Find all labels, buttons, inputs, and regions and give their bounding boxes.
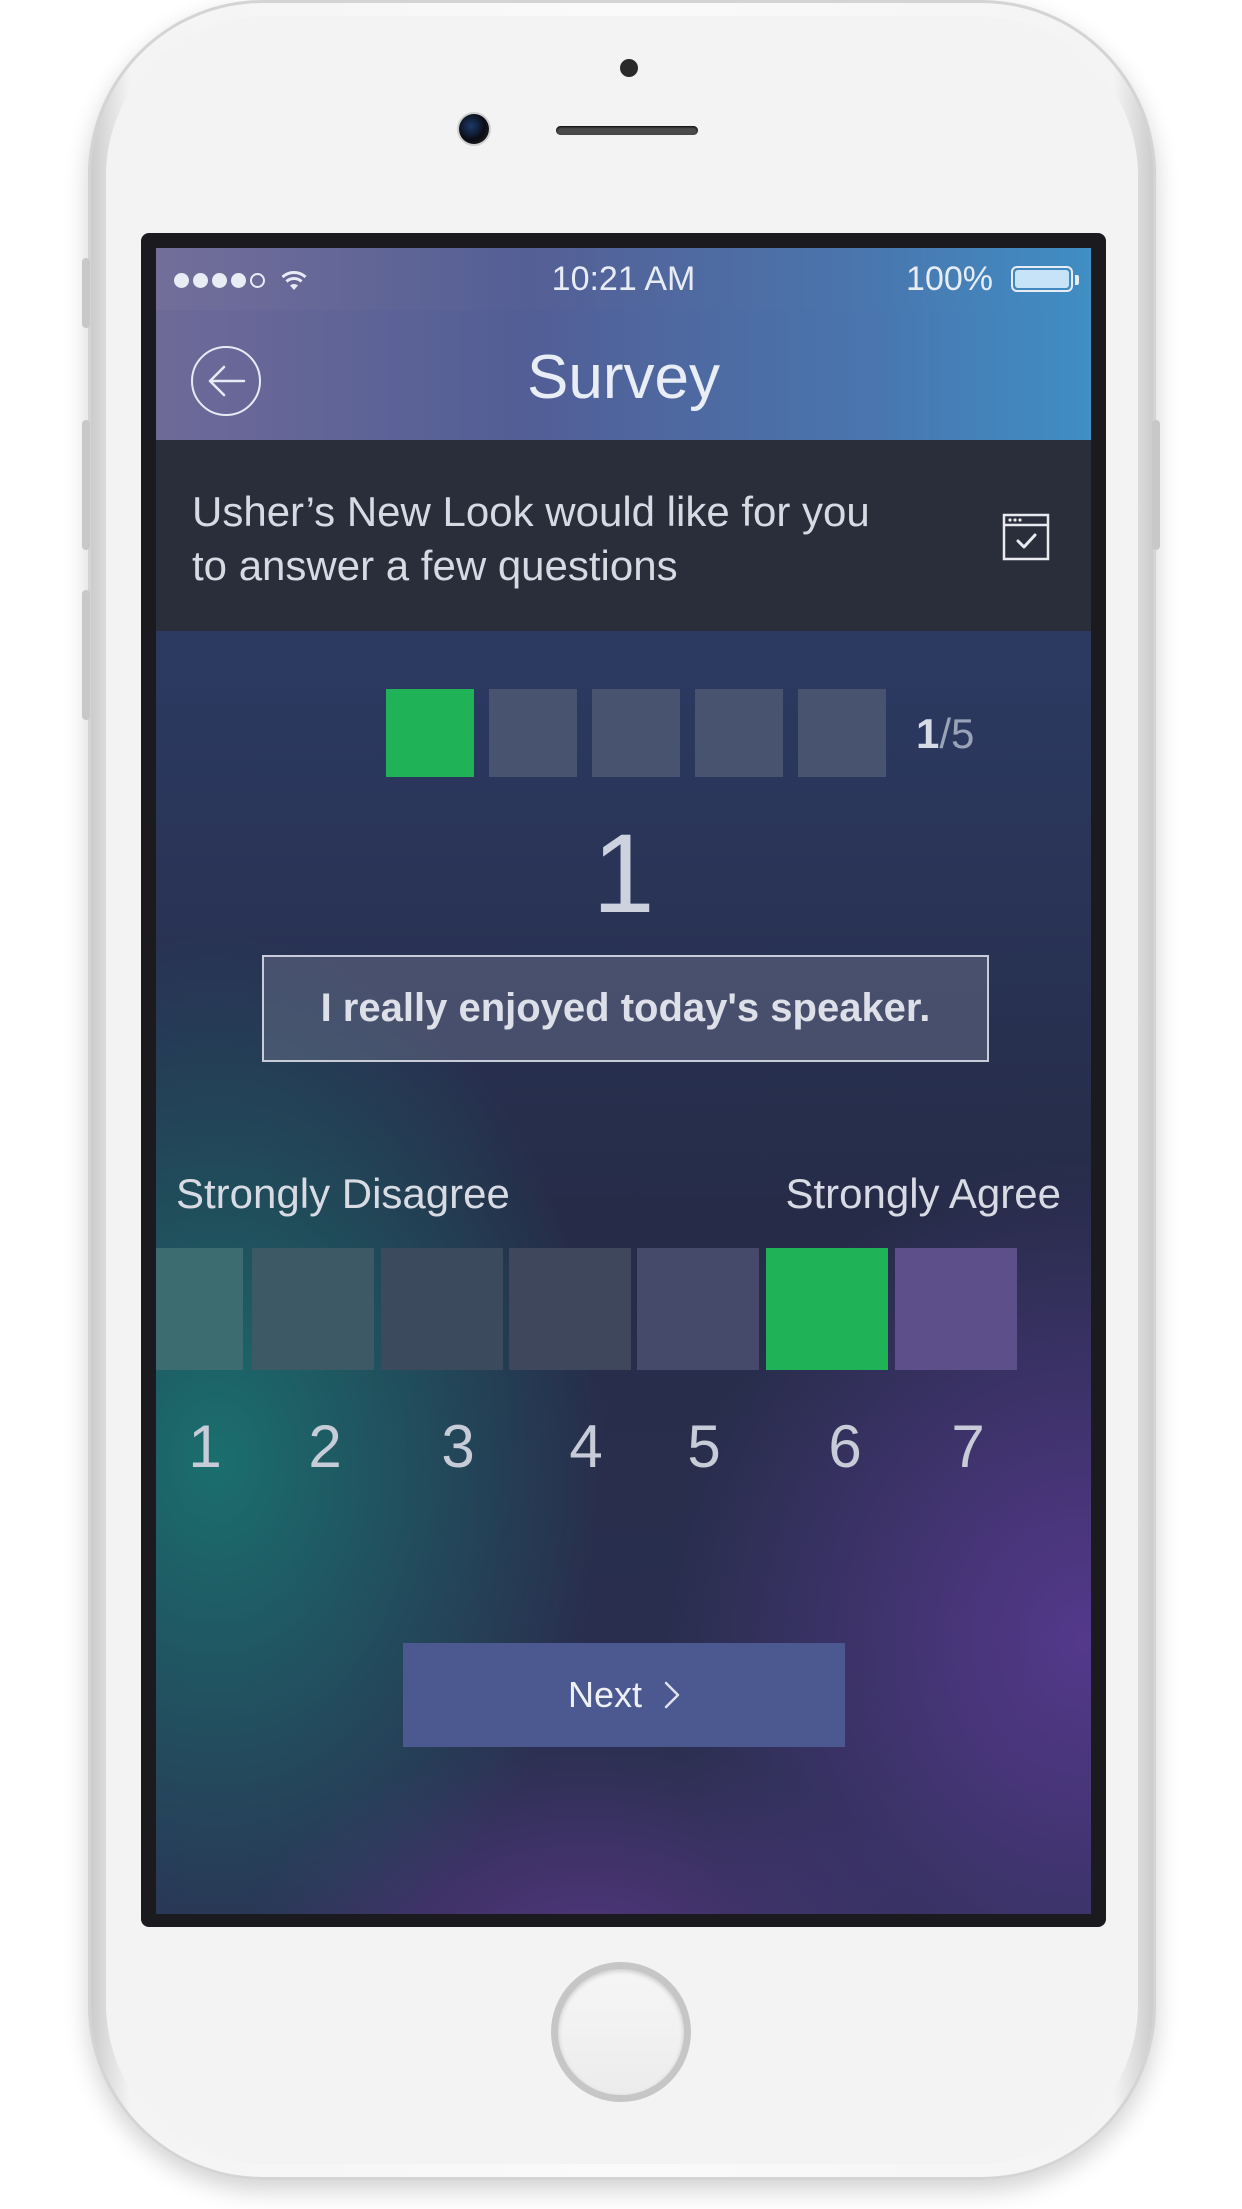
battery-percentage: 100% bbox=[906, 260, 993, 298]
volume-up-button bbox=[82, 420, 90, 550]
rating-label-5: 5 bbox=[687, 1413, 721, 1480]
front-camera bbox=[459, 114, 489, 144]
progress-counter: 1/5 bbox=[916, 710, 974, 758]
battery-tip bbox=[1075, 275, 1079, 285]
rating-label-2: 2 bbox=[308, 1413, 342, 1480]
question-text: I really enjoyed today's speaker. bbox=[262, 955, 989, 1062]
rating-option-1[interactable] bbox=[156, 1248, 243, 1370]
survey-progress bbox=[386, 689, 886, 777]
progress-step-3 bbox=[592, 689, 680, 777]
rating-label-3: 3 bbox=[441, 1413, 475, 1480]
survey-banner: Usher’s New Look would like for you to a… bbox=[156, 440, 1091, 631]
next-button-label: Next bbox=[567, 1674, 643, 1715]
page-title: Survey bbox=[527, 343, 720, 412]
progress-step-2 bbox=[489, 689, 577, 777]
proximity-sensor bbox=[620, 59, 638, 77]
calendar-check-icon[interactable] bbox=[1002, 513, 1050, 561]
volume-down-button bbox=[82, 590, 90, 720]
scale-label-right: Strongly Agree bbox=[785, 1170, 1061, 1217]
battery-icon bbox=[1011, 266, 1073, 292]
chevron-right-icon bbox=[664, 1681, 680, 1709]
rating-option-5[interactable] bbox=[637, 1248, 759, 1370]
rating-option-2[interactable] bbox=[252, 1248, 374, 1370]
rating-option-7[interactable] bbox=[895, 1248, 1017, 1370]
next-button[interactable]: Next bbox=[403, 1643, 845, 1747]
progress-step-1 bbox=[386, 689, 474, 777]
app-screen: 10:21 AM 100% Survey Usher’s New Look wo… bbox=[156, 248, 1091, 1914]
rating-option-3[interactable] bbox=[381, 1248, 503, 1370]
mute-switch bbox=[82, 258, 90, 328]
rating-label-4: 4 bbox=[569, 1413, 603, 1480]
progress-current: 1 bbox=[916, 710, 940, 757]
power-button bbox=[1152, 420, 1160, 550]
rating-option-6[interactable] bbox=[766, 1248, 888, 1370]
rating-option-4[interactable] bbox=[509, 1248, 631, 1370]
progress-step-4 bbox=[695, 689, 783, 777]
question-number: 1 bbox=[592, 811, 655, 936]
progress-total: /5 bbox=[939, 710, 975, 757]
status-bar: 10:21 AM 100% bbox=[156, 248, 1091, 310]
rating-label-6: 6 bbox=[828, 1413, 862, 1480]
progress-step-5 bbox=[798, 689, 886, 777]
scale-label-left: Strongly Disagree bbox=[176, 1170, 510, 1217]
banner-message: Usher’s New Look would like for you to a… bbox=[192, 488, 870, 589]
rating-label-7: 7 bbox=[951, 1413, 985, 1480]
home-button[interactable] bbox=[551, 1962, 691, 2102]
rating-label-1: 1 bbox=[188, 1413, 222, 1480]
navigation-bar: Survey bbox=[156, 310, 1091, 442]
earpiece-speaker bbox=[556, 126, 698, 135]
